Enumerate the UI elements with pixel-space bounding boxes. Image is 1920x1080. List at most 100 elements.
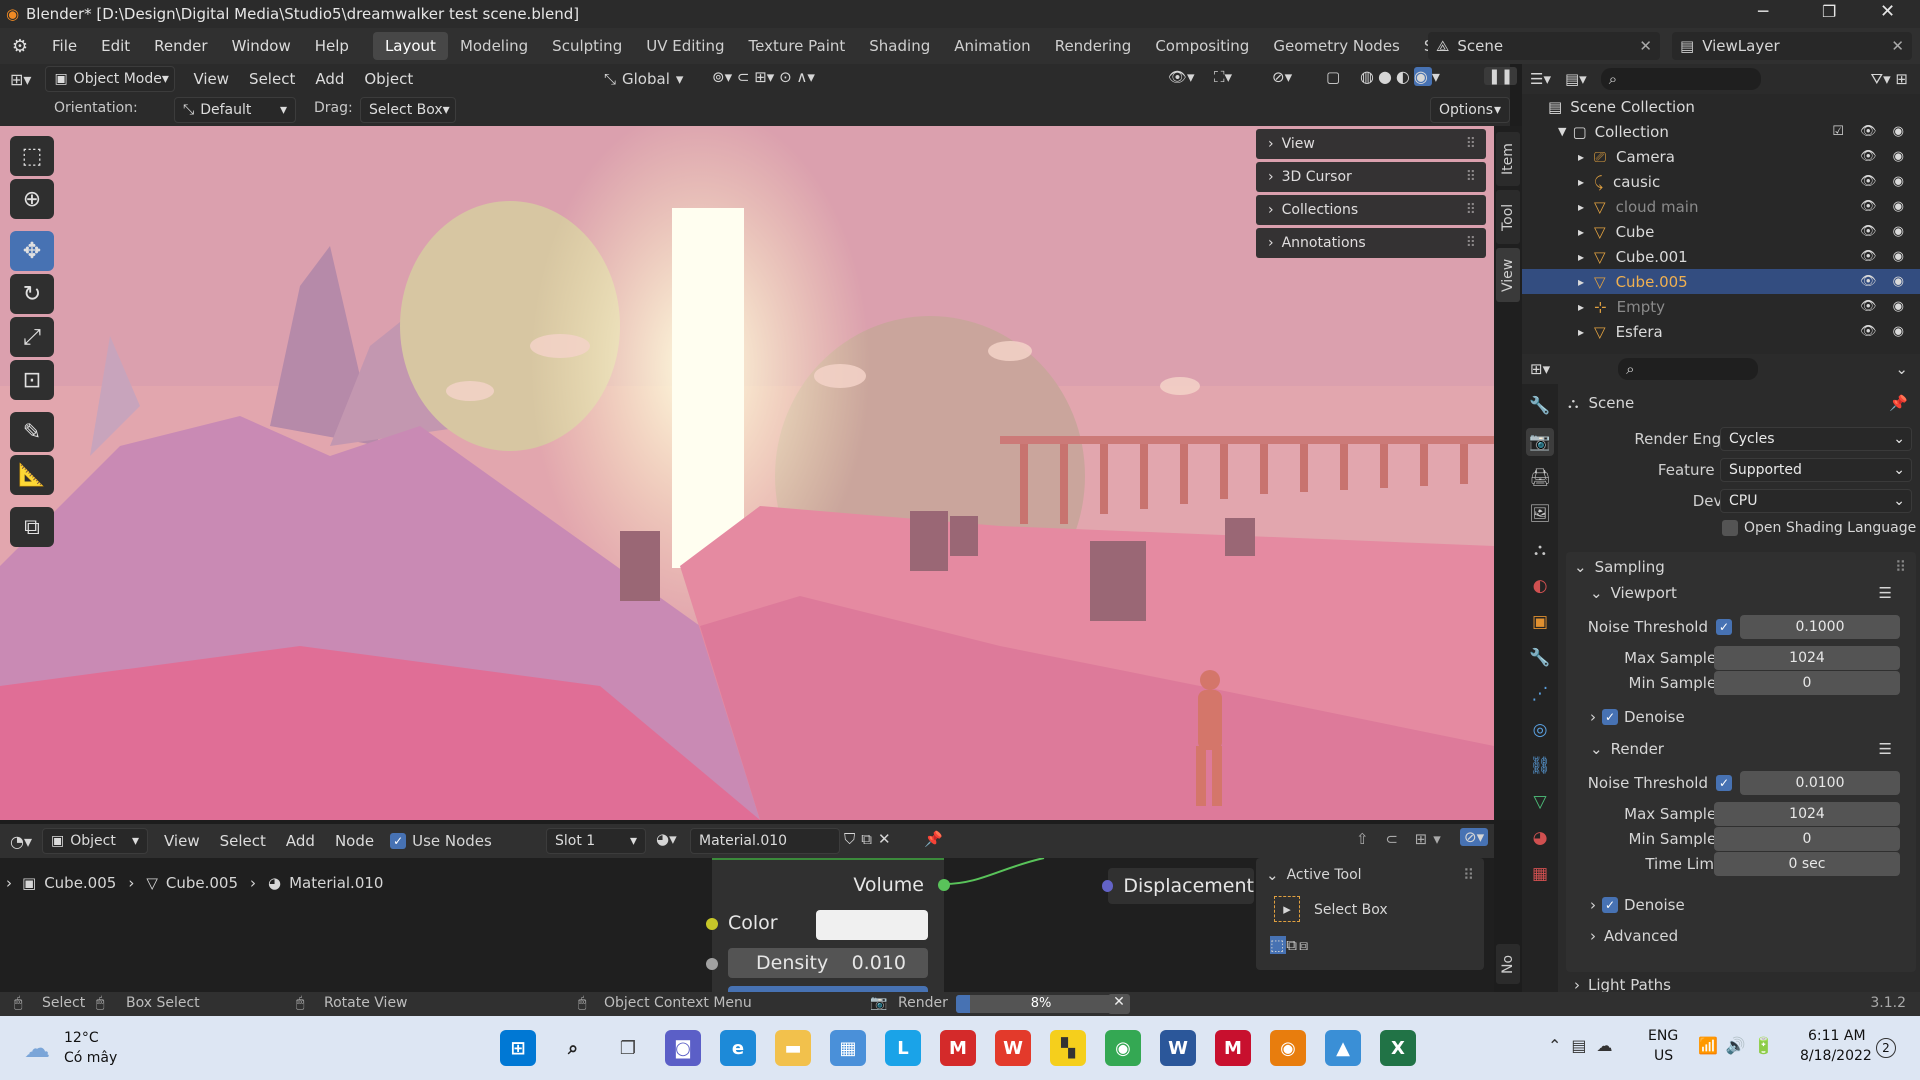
render-engine-dropdown[interactable]: Cycles ⌄ bbox=[1720, 427, 1912, 451]
tab-animation[interactable]: Animation bbox=[942, 32, 1042, 60]
expand-icon[interactable]: ▸ bbox=[1578, 275, 1584, 289]
r-time-limit-field[interactable]: 0 sec bbox=[1714, 852, 1900, 876]
menu-help[interactable]: Help bbox=[303, 37, 361, 55]
options-dropdown[interactable]: Options ▾ bbox=[1430, 97, 1510, 123]
output-tab-icon[interactable]: 🖨 bbox=[1526, 464, 1554, 492]
viewport-menu-select[interactable]: Select bbox=[239, 70, 305, 88]
material-browse-icon[interactable]: ◕▾ bbox=[656, 830, 677, 848]
density-socket[interactable] bbox=[706, 958, 718, 970]
tab-sculpting[interactable]: Sculpting bbox=[540, 32, 634, 60]
visibility-toggles[interactable]: 👁 ◉ bbox=[1860, 249, 1910, 264]
store-icon[interactable]: ▦ bbox=[830, 1030, 866, 1066]
visibility-toggles[interactable]: 👁 ◉ bbox=[1860, 224, 1910, 239]
panel-view[interactable]: › View ⠿ bbox=[1256, 129, 1486, 159]
minimize-button[interactable]: ─ bbox=[1758, 2, 1768, 22]
annotate-tool[interactable]: ✎ bbox=[10, 412, 54, 452]
node-editor-type-icon[interactable]: ◔▾ bbox=[0, 832, 42, 851]
start-icon[interactable]: ⊞ bbox=[500, 1030, 536, 1066]
word-icon[interactable]: W bbox=[1160, 1030, 1196, 1066]
pivot-icon[interactable]: ⊚▾ ⊂ ⊞▾ ⊙ ∧▾ bbox=[712, 68, 815, 86]
material-name-field[interactable]: Material.010 bbox=[690, 828, 840, 854]
scene-tab-icon[interactable]: ⛬ bbox=[1526, 536, 1554, 564]
blender-menu-icon[interactable]: ⚙ bbox=[0, 36, 40, 57]
vp-noise-checkbox[interactable]: ✓ bbox=[1716, 619, 1732, 635]
edge-icon[interactable]: e bbox=[720, 1030, 756, 1066]
node-menu-node[interactable]: Node bbox=[325, 832, 384, 850]
visibility-toggles[interactable]: 👁 ◉ bbox=[1860, 149, 1910, 164]
cancel-render-button[interactable]: ✕ bbox=[1108, 994, 1130, 1014]
tab-uv-editing[interactable]: UV Editing bbox=[634, 32, 736, 60]
world-tab-icon[interactable]: ◐ bbox=[1526, 572, 1554, 600]
color-socket[interactable] bbox=[706, 918, 718, 930]
menu-file[interactable]: File bbox=[40, 37, 89, 55]
language[interactable]: ENG bbox=[1648, 1028, 1678, 1044]
tab-rendering[interactable]: Rendering bbox=[1043, 32, 1144, 60]
properties-editor-icon[interactable]: ⊞▾ bbox=[1522, 360, 1558, 378]
view-layer-tab-icon[interactable]: 🖼 bbox=[1526, 500, 1554, 528]
material-action-icons[interactable]: ⛉⧉✕ bbox=[844, 830, 897, 848]
material-output-node[interactable]: Displacement bbox=[1102, 868, 1254, 904]
expand-icon[interactable]: ▸ bbox=[1578, 300, 1584, 314]
modifier-tab-icon[interactable]: 🔧 bbox=[1526, 644, 1554, 672]
weather-desc[interactable]: Có mây bbox=[64, 1050, 117, 1066]
color-swatch[interactable] bbox=[816, 910, 928, 940]
outliner-scene-collection[interactable]: ▤ Scene Collection bbox=[1522, 94, 1920, 119]
tab-texture-paint[interactable]: Texture Paint bbox=[736, 32, 857, 60]
clock-date[interactable]: 8/18/2022 bbox=[1800, 1048, 1872, 1064]
properties-search[interactable]: ⌕ bbox=[1618, 358, 1759, 380]
transform-tool[interactable]: ⊡ bbox=[10, 360, 54, 400]
editor-type-icon[interactable]: ⊞▾ bbox=[0, 70, 41, 89]
r-denoise-row[interactable]: › ✓ Denoise bbox=[1590, 896, 1685, 914]
tool-tab-icon[interactable]: 🔧 bbox=[1526, 392, 1554, 420]
outliner-search[interactable]: ⌕ bbox=[1600, 68, 1761, 90]
tab-item[interactable]: Item bbox=[1496, 132, 1520, 186]
viewport-menu-object[interactable]: Object bbox=[354, 70, 423, 88]
advanced-subpanel[interactable]: › Advanced bbox=[1590, 927, 1678, 945]
measure-tool[interactable]: 📐 bbox=[10, 455, 54, 495]
blender-taskbar-icon[interactable]: ◉ bbox=[1270, 1030, 1306, 1066]
device-dropdown[interactable]: CPU ⌄ bbox=[1720, 489, 1912, 513]
expand-icon[interactable]: ▸ bbox=[1578, 200, 1584, 214]
density-field[interactable]: Density 0.010 bbox=[728, 948, 928, 978]
close-button[interactable]: ✕ bbox=[1880, 1, 1895, 22]
r-max-samples-field[interactable]: 1024 bbox=[1714, 802, 1900, 826]
search-icon[interactable]: ⌕ bbox=[555, 1030, 591, 1066]
chevron-down-icon[interactable]: ⌄ bbox=[1895, 360, 1920, 378]
vp-denoise-row[interactable]: › ✓ Denoise bbox=[1590, 708, 1685, 726]
transform-orientation-dropdown[interactable]: ⤡ Global ▾ bbox=[604, 66, 683, 92]
outliner-item[interactable]: ▸ ▽ Esfera 👁 ◉ bbox=[1522, 319, 1920, 344]
outliner-item[interactable]: ▸ ▽ Cube 👁 ◉ bbox=[1522, 219, 1920, 244]
vp-noise-threshold-field[interactable]: 0.1000 bbox=[1740, 615, 1900, 639]
filter-icon[interactable]: ⛛▾ ⊞ bbox=[1871, 70, 1920, 88]
texture-tab-icon[interactable]: ▦ bbox=[1526, 860, 1554, 888]
region[interactable]: US bbox=[1654, 1048, 1673, 1064]
outliner-editor-icon[interactable]: ☰▾ bbox=[1522, 70, 1559, 88]
viewlayer-selector[interactable]: ▤ ViewLayer ✕ bbox=[1672, 32, 1912, 60]
weather-temp[interactable]: 12°C bbox=[64, 1030, 99, 1046]
vp-min-samples-field[interactable]: 0 bbox=[1714, 671, 1900, 695]
vp-max-samples-field[interactable]: 1024 bbox=[1714, 646, 1900, 670]
drag-handle-icon[interactable]: ⠿ bbox=[1895, 558, 1906, 576]
mcafee-icon[interactable]: M bbox=[940, 1030, 976, 1066]
overlay-toggle-icon[interactable]: ⊘▾ bbox=[1460, 828, 1489, 846]
visibility-toggles[interactable]: 👁 ◉ bbox=[1860, 174, 1910, 189]
tab-geometry-nodes[interactable]: Geometry Nodes bbox=[1261, 32, 1412, 60]
shading-mode-icons[interactable]: ◍●◐◉▾ bbox=[1360, 67, 1444, 86]
close-icon[interactable]: ✕ bbox=[1891, 37, 1912, 55]
tab-modeling[interactable]: Modeling bbox=[448, 32, 540, 60]
visibility-toggles[interactable]: 👁 ◉ bbox=[1860, 274, 1910, 289]
expand-icon[interactable]: ▸ bbox=[1578, 175, 1584, 189]
render-tab-icon[interactable]: 📷 bbox=[1526, 428, 1554, 456]
clock-time[interactable]: 6:11 AM bbox=[1808, 1028, 1866, 1044]
viewport-menu-add[interactable]: Add bbox=[305, 70, 354, 88]
3d-viewport[interactable]: ⬚ ⊕ ✥ ↻ ⤢ ⊡ ✎ 📐 ⧉ › View ⠿ › 3D Cursor ⠿ › Co… bbox=[0, 126, 1494, 820]
r-noise-threshold-field[interactable]: 0.0100 bbox=[1740, 771, 1900, 795]
active-tool-header[interactable]: ⌄ Active Tool bbox=[1266, 866, 1362, 884]
chrome-icon[interactable]: ◉ bbox=[1105, 1030, 1141, 1066]
tray-icons[interactable]: ⌃▤☁ bbox=[1548, 1036, 1623, 1055]
displacement-socket[interactable] bbox=[1102, 880, 1114, 892]
expand-icon[interactable]: ▸ bbox=[1578, 225, 1584, 239]
material-tab-icon[interactable]: ◕ bbox=[1526, 824, 1554, 852]
osl-checkbox[interactable] bbox=[1722, 520, 1738, 536]
menu-edit[interactable]: Edit bbox=[89, 37, 142, 55]
